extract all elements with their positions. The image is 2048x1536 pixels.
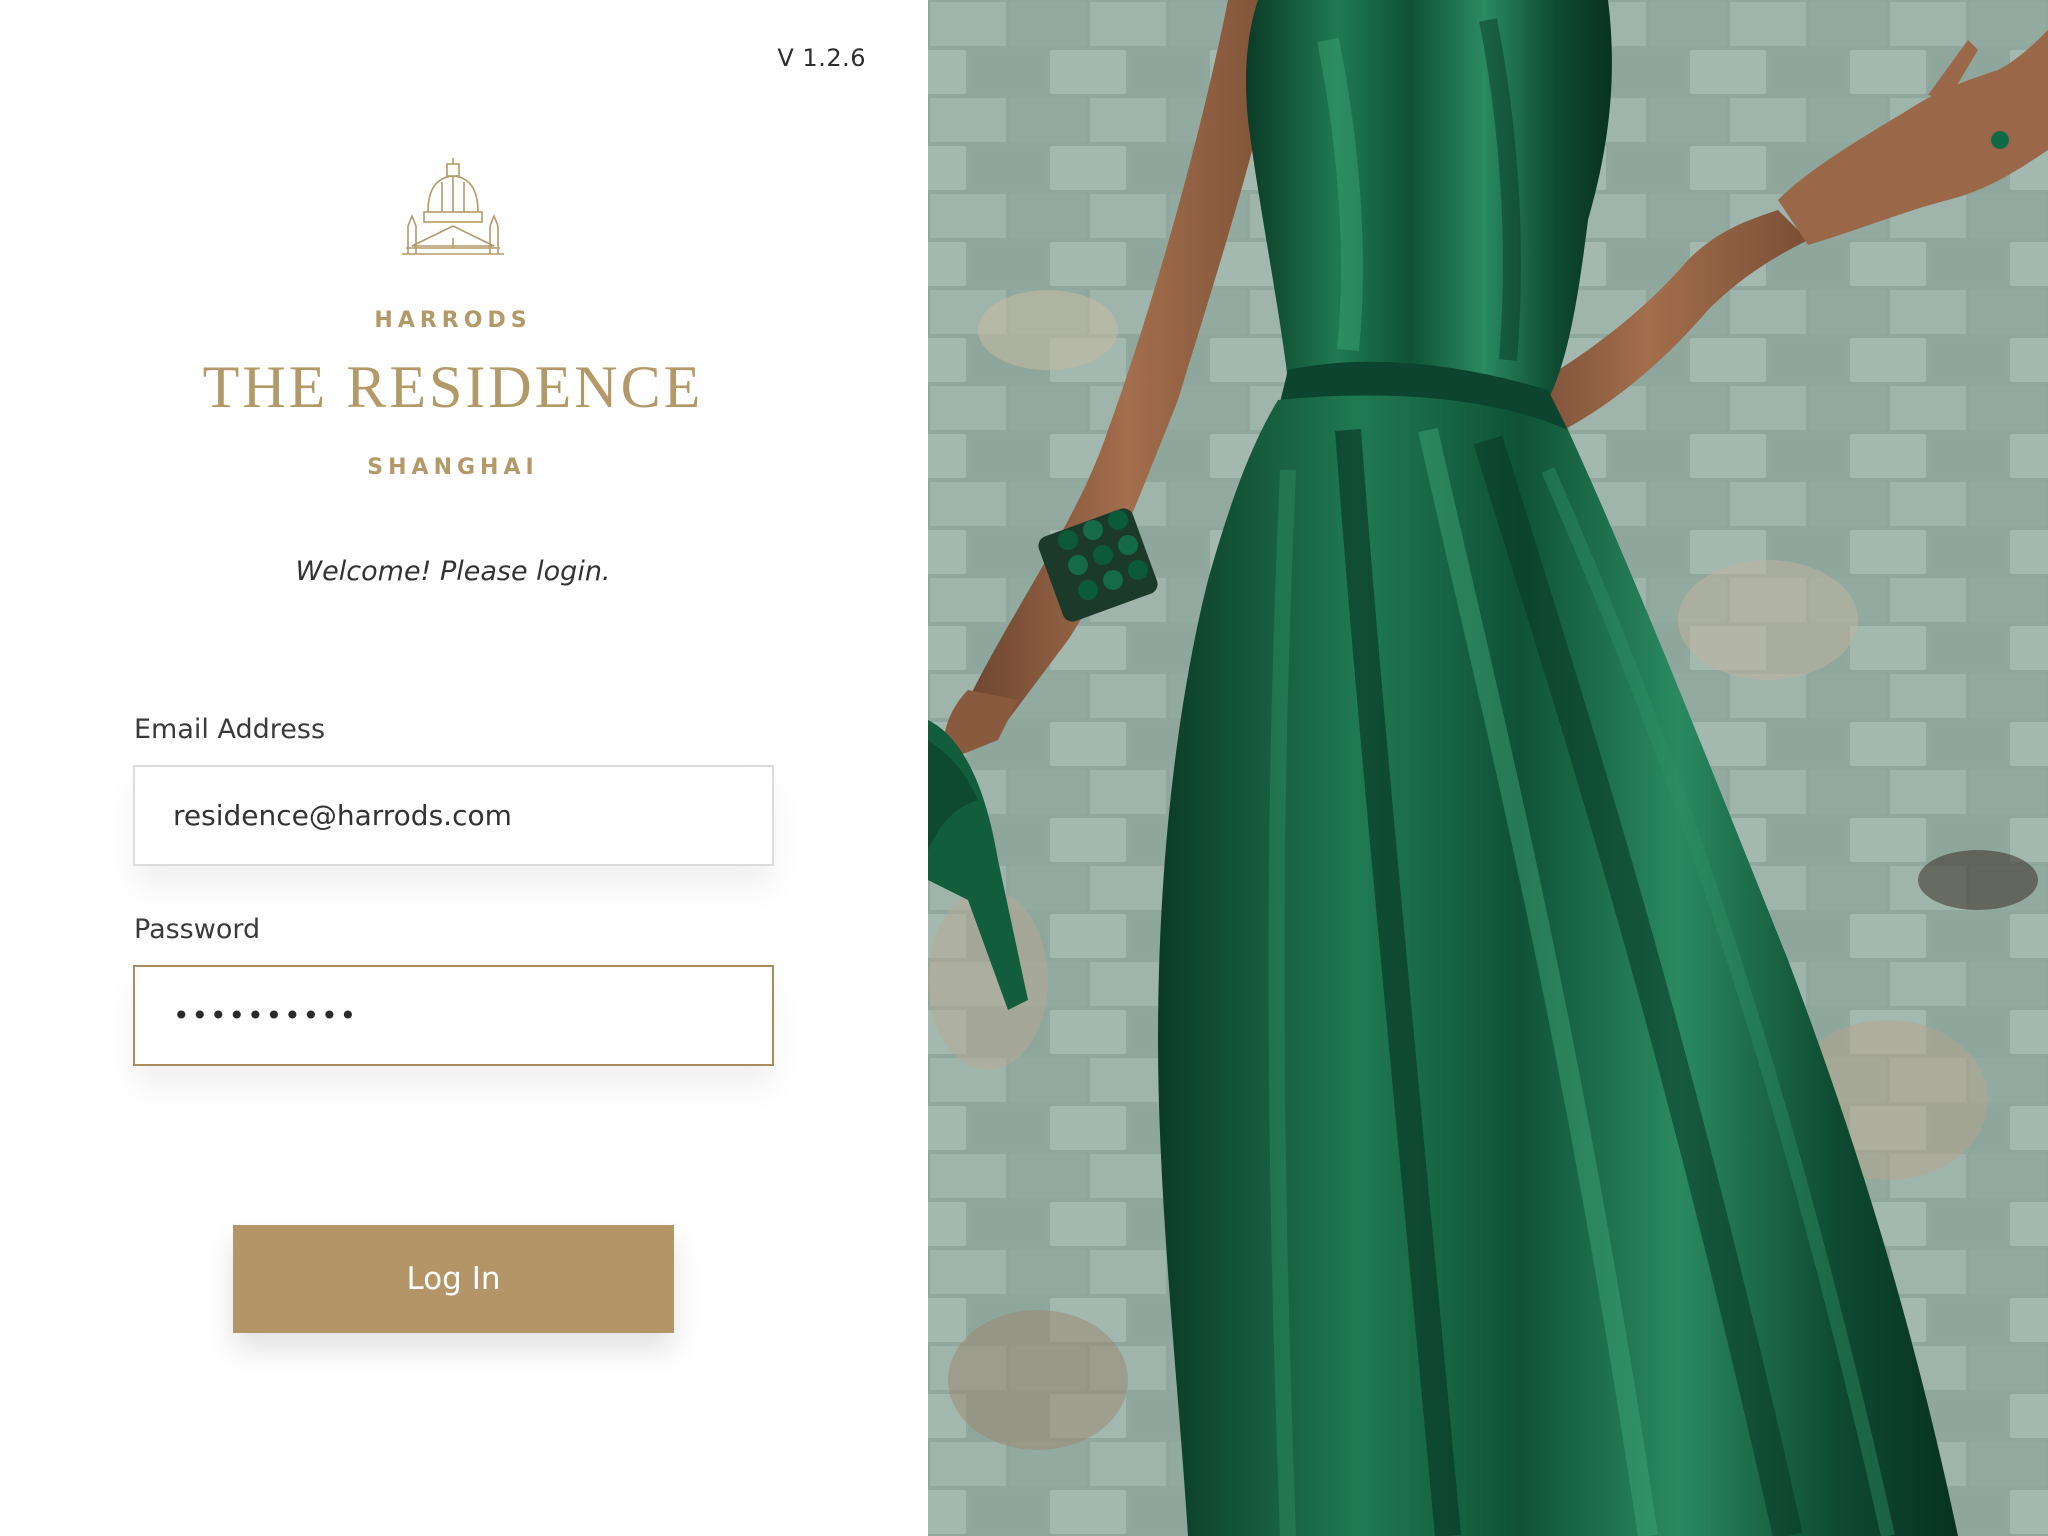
property-city: SHANGHAI bbox=[367, 455, 539, 480]
welcome-message: Welcome! Please login. bbox=[295, 556, 611, 587]
email-field[interactable]: residence@harrods.com bbox=[133, 765, 774, 866]
ring bbox=[1991, 131, 2009, 149]
dome-building-icon bbox=[402, 158, 504, 255]
email-label: Email Address bbox=[134, 714, 326, 745]
photo-illustration bbox=[928, 0, 2048, 1536]
brand-name: HARRODS bbox=[374, 308, 532, 333]
email-value: residence@harrods.com bbox=[173, 799, 512, 832]
password-field[interactable]: •••••••••• bbox=[133, 965, 774, 1066]
property-title: THE RESIDENCE bbox=[202, 354, 704, 420]
password-value: •••••••••• bbox=[173, 999, 359, 1032]
woman-in-green-satin-dress-image bbox=[928, 0, 2048, 1536]
password-label: Password bbox=[134, 914, 261, 945]
version-label: V 1.2.6 bbox=[777, 44, 866, 72]
login-button[interactable]: Log In bbox=[233, 1225, 674, 1333]
login-panel: V 1.2.6 HARRODS THE RESIDENCE SHANGHAI W… bbox=[0, 0, 928, 1536]
brand-logo: HARRODS THE RESIDENCE SHANGHAI bbox=[0, 156, 906, 480]
login-screen: V 1.2.6 HARRODS THE RESIDENCE SHANGHAI W… bbox=[0, 0, 2048, 1536]
